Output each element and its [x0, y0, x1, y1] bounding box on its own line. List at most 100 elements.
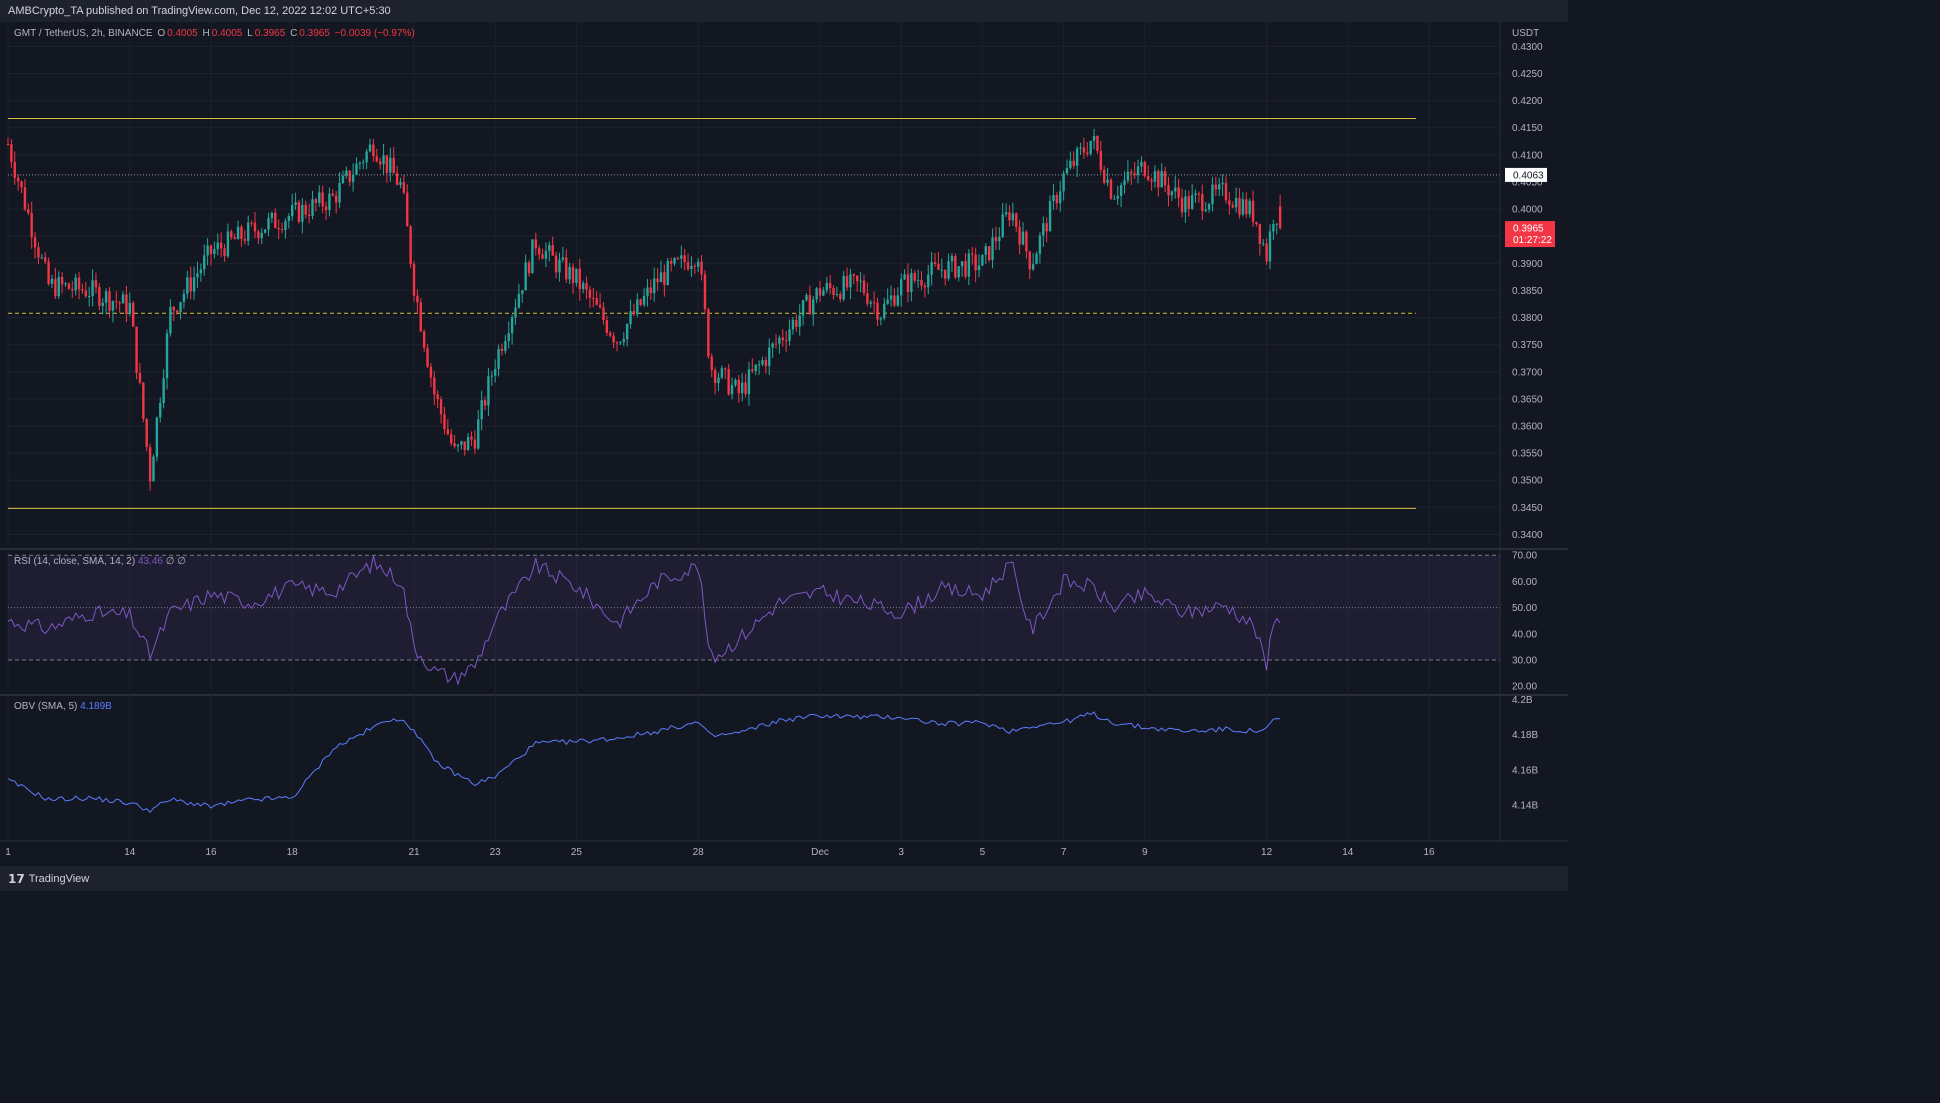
symbol-name[interactable]: GMT / TetherUS, 2h, BINANCE: [14, 28, 153, 39]
price-tick-label: 0.4150: [1512, 123, 1543, 134]
candle-body: [192, 277, 196, 292]
candle-body: [521, 290, 524, 294]
high-label: H: [202, 28, 210, 39]
candle-body: [115, 301, 118, 303]
candle-body: [974, 254, 977, 271]
candle-body: [365, 151, 368, 163]
time-tick-label: 1: [5, 847, 11, 858]
candle-body: [307, 214, 311, 217]
candle-body: [629, 311, 632, 325]
candle-body: [1190, 195, 1194, 209]
candle-body: [923, 285, 927, 288]
candle-body: [165, 333, 169, 379]
candle-body: [1234, 197, 1238, 208]
candle-body: [277, 228, 280, 230]
obv-legend[interactable]: OBV (SMA, 5) 4.189B: [14, 701, 112, 712]
candle-body: [856, 275, 859, 282]
candle-body: [683, 255, 686, 263]
candle-body: [791, 319, 795, 330]
candle-body: [304, 204, 307, 215]
rsi-tick-label: 60.00: [1512, 577, 1537, 588]
candle-body: [1187, 196, 1190, 209]
candle-body: [510, 317, 514, 334]
change-value: −0.0039 (−0.97%): [334, 28, 415, 39]
symbol-legend: GMT / TetherUS, 2h, BINANCE O 0.4005 H 0.4…: [14, 28, 417, 39]
candle-body: [169, 306, 172, 334]
candle-body: [473, 439, 477, 449]
candle-body: [260, 232, 263, 239]
candle-body: [230, 231, 233, 238]
candle-body: [947, 261, 950, 279]
candle-body: [707, 309, 710, 357]
time-tick-label: 16: [1423, 847, 1435, 858]
candle-body: [1265, 243, 1268, 262]
candle-body: [270, 212, 274, 219]
candle-body: [578, 268, 581, 290]
time-tick-label: Dec: [811, 847, 829, 858]
candle-body: [592, 297, 595, 299]
candle-body: [575, 268, 578, 283]
horizontal-levels: [8, 118, 1500, 509]
candle-body: [104, 291, 108, 303]
candle-body: [686, 262, 690, 270]
candle-body: [226, 231, 230, 257]
candle-body: [416, 295, 419, 303]
candle-body: [744, 382, 747, 395]
price-tick-label: 0.4000: [1512, 205, 1543, 216]
open-label: O: [157, 28, 166, 39]
time-tick-label: 14: [124, 847, 136, 858]
candle-body: [960, 261, 964, 267]
candle-body: [1153, 171, 1157, 182]
candle-body: [267, 218, 270, 230]
rsi-band-fill: [8, 555, 1500, 660]
rsi-legend[interactable]: RSI (14, close, SMA, 14, 2) 43.46 ∅ ∅: [14, 556, 186, 567]
candle-body: [893, 295, 896, 306]
candle-body: [355, 163, 358, 175]
candle-body: [676, 258, 680, 260]
candle-body: [1146, 176, 1150, 180]
candle-body: [930, 262, 933, 275]
price-tick-label: 0.3650: [1512, 394, 1543, 405]
low-label: L: [247, 28, 253, 39]
candle-body: [1052, 194, 1055, 201]
candle-body: [764, 360, 768, 367]
candle-body: [849, 274, 852, 288]
candle-body: [429, 366, 433, 378]
chart-canvas[interactable]: 1 14 16 18 21 23 25 28 Dec 3 5 7 9 12 14 16 0.4300 0.4250…: [0, 0, 1568, 866]
tradingview-logo[interactable]: 𝟭𝟳 TradingView: [8, 872, 89, 886]
candle-body: [23, 187, 27, 210]
candle-body: [1069, 160, 1072, 169]
candle-body: [913, 273, 916, 281]
price-tick-label: 0.3450: [1512, 503, 1543, 514]
candle-body: [872, 302, 876, 304]
candle-body: [1075, 148, 1079, 166]
candle-body: [162, 378, 165, 403]
obv-tick-label: 4.18B: [1512, 730, 1538, 741]
candle-body: [1207, 204, 1211, 210]
obv-value: 4.189B: [80, 701, 112, 712]
candle-body: [67, 283, 71, 289]
candle-body: [135, 326, 138, 373]
candle-body: [933, 262, 937, 264]
candle-body: [703, 274, 707, 310]
candle-body: [869, 302, 872, 304]
time-tick-label: 18: [287, 847, 299, 858]
high-value: 0.4005: [211, 28, 243, 39]
candle-body: [1177, 187, 1180, 198]
candle-body: [460, 441, 463, 445]
candle-body: [883, 303, 886, 319]
candle-body: [77, 277, 81, 290]
candle-body: [500, 348, 504, 352]
candle-body: [964, 261, 967, 277]
candle-body: [977, 265, 981, 271]
candle-body: [1011, 213, 1015, 221]
candle-body: [1245, 199, 1248, 215]
candle-body: [358, 162, 362, 164]
candle-body: [605, 320, 609, 333]
candle-body: [845, 276, 849, 288]
candle-body: [223, 248, 226, 257]
candle-body: [291, 205, 294, 217]
candle-body: [6, 144, 10, 146]
candle-body: [886, 299, 889, 304]
candle-body: [497, 348, 500, 369]
